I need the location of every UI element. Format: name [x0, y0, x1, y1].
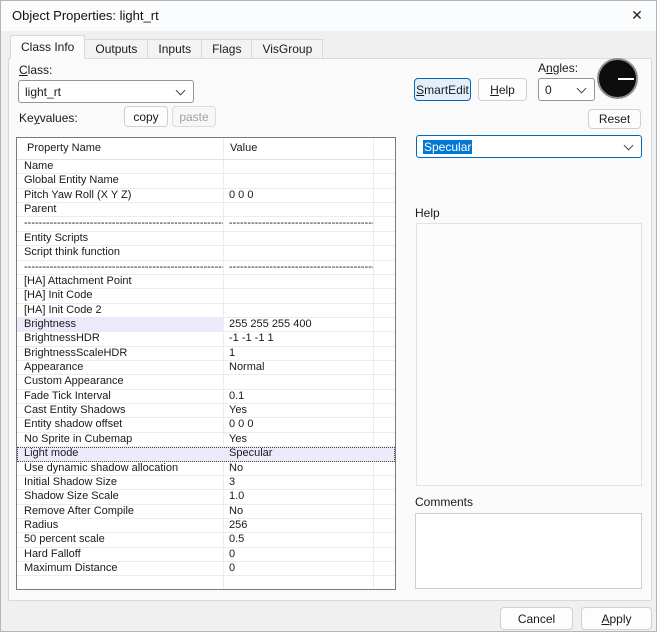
table-row[interactable] — [17, 576, 395, 590]
table-row[interactable]: ----------------------------------------… — [17, 217, 395, 231]
table-row[interactable]: Initial Shadow Size3 — [17, 476, 395, 490]
table-row[interactable]: Hard Falloff0 — [17, 548, 395, 562]
table-row[interactable]: BrightnessScaleHDR1 — [17, 347, 395, 361]
class-combobox-value: light_rt — [25, 85, 61, 99]
table-row[interactable]: Light modeSpecular — [17, 447, 395, 461]
table-row[interactable]: Entity Scripts — [17, 232, 395, 246]
table-row[interactable]: [HA] Init Code 2 — [17, 304, 395, 318]
keyvalue-edit-combobox[interactable]: Specular — [416, 135, 642, 158]
paste-button[interactable]: paste — [172, 106, 216, 127]
title-bar: Object Properties: light_rt ✕ — [1, 1, 657, 31]
angles-label: Angles: — [538, 61, 578, 75]
table-row[interactable]: Global Entity Name — [17, 174, 395, 188]
comments-label: Comments — [415, 495, 473, 509]
cancel-button[interactable]: Cancel — [500, 607, 573, 630]
close-icon: ✕ — [631, 7, 643, 23]
header-property-name: Property Name — [17, 138, 224, 159]
property-table-header: Property Name Value — [17, 138, 395, 160]
table-row[interactable]: Parent — [17, 203, 395, 217]
close-button[interactable]: ✕ — [623, 3, 651, 28]
keyvalues-label: Keyvalues: — [19, 111, 78, 125]
object-properties-dialog: Object Properties: light_rt ✕ Class Info… — [0, 0, 657, 632]
table-row[interactable]: Radius256 — [17, 519, 395, 533]
tab-strip: Class InfoOutputsInputsFlagsVisGroup — [10, 35, 323, 59]
property-table: Property Name Value NameGlobal Entity Na… — [16, 137, 396, 590]
table-row[interactable]: BrightnessHDR-1 -1 -1 1 — [17, 332, 395, 346]
table-row[interactable]: Script think function — [17, 246, 395, 260]
angles-combobox-value: 0 — [545, 83, 552, 97]
help-panel-label: Help — [415, 206, 440, 220]
angles-combobox[interactable]: 0 — [538, 78, 595, 101]
chevron-down-icon — [577, 83, 587, 93]
tab-class-info[interactable]: Class Info — [10, 35, 85, 59]
comments-textarea[interactable] — [415, 513, 642, 589]
table-row[interactable]: Remove After CompileNo — [17, 505, 395, 519]
reset-button[interactable]: Reset — [588, 109, 641, 129]
class-label: Class: — [19, 63, 52, 77]
help-panel-box — [416, 223, 642, 486]
table-row[interactable]: Name — [17, 160, 395, 174]
angle-dial[interactable] — [597, 58, 638, 99]
angle-dial-needle — [618, 78, 635, 80]
keyvalue-edit-value: Specular — [423, 140, 472, 154]
tab-flags[interactable]: Flags — [202, 39, 252, 59]
copy-button[interactable]: copy — [124, 106, 168, 127]
table-row[interactable]: No Sprite in CubemapYes — [17, 433, 395, 447]
table-row[interactable]: Shadow Size Scale1.0 — [17, 490, 395, 504]
table-row[interactable]: Use dynamic shadow allocationNo — [17, 462, 395, 476]
table-row[interactable]: Brightness255 255 255 400 — [17, 318, 395, 332]
table-row[interactable]: Entity shadow offset0 0 0 — [17, 418, 395, 432]
property-table-body: NameGlobal Entity NamePitch Yaw Roll (X … — [17, 160, 395, 590]
table-row[interactable]: Cast Entity ShadowsYes — [17, 404, 395, 418]
table-row[interactable]: AppearanceNormal — [17, 361, 395, 375]
tab-visgroup[interactable]: VisGroup — [252, 39, 323, 59]
tab-outputs[interactable]: Outputs — [85, 39, 148, 59]
table-row[interactable]: Pitch Yaw Roll (X Y Z)0 0 0 — [17, 189, 395, 203]
chevron-down-icon — [176, 85, 186, 95]
table-row[interactable]: Custom Appearance — [17, 375, 395, 389]
class-combobox[interactable]: light_rt — [18, 80, 194, 103]
apply-button[interactable]: Apply — [581, 607, 652, 630]
smartedit-button[interactable]: SmartEdit — [414, 78, 471, 101]
table-row[interactable]: [HA] Attachment Point — [17, 275, 395, 289]
table-row[interactable]: ----------------------------------------… — [17, 261, 395, 275]
table-row[interactable]: [HA] Init Code — [17, 289, 395, 303]
header-value: Value — [224, 138, 374, 159]
window-title: Object Properties: light_rt — [12, 1, 159, 31]
chevron-down-icon — [624, 140, 634, 150]
table-row[interactable]: Fade Tick Interval0.1 — [17, 390, 395, 404]
table-row[interactable]: Maximum Distance0 — [17, 562, 395, 576]
help-button[interactable]: Help — [478, 78, 527, 101]
table-row[interactable]: 50 percent scale0.5 — [17, 533, 395, 547]
tab-inputs[interactable]: Inputs — [148, 39, 202, 59]
